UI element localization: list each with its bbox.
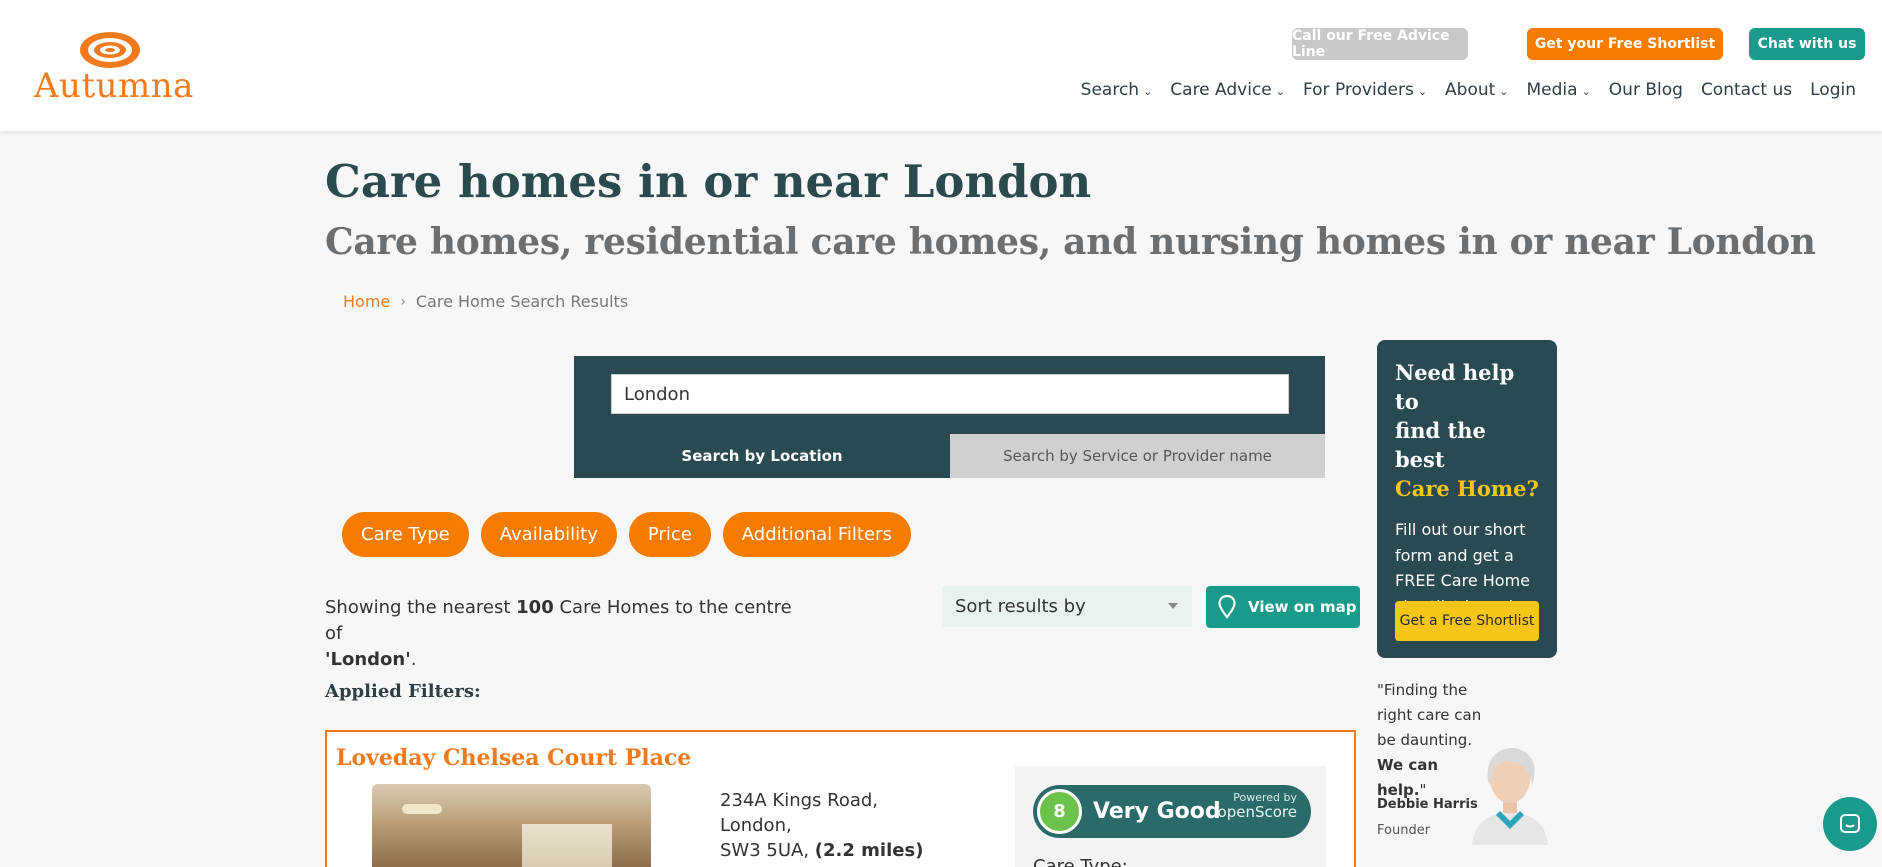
site-header: Autumna Call our Free Advice Line Get yo… bbox=[0, 0, 1882, 131]
chat-icon bbox=[1840, 814, 1860, 833]
filter-price-button[interactable]: Price bbox=[628, 512, 711, 557]
chevron-down-icon: ⌄ bbox=[1581, 84, 1591, 98]
chevron-down-icon: ⌄ bbox=[1417, 84, 1428, 98]
main-nav: Search ⌄ Care Advice ⌄ For Providers ⌄ Abou… bbox=[1063, 80, 1856, 100]
nav-contact-us[interactable]: Contact us bbox=[1701, 80, 1792, 100]
care-home-address: 234A Kings Road, London, SW3 5UA, (2.2 m… bbox=[720, 788, 923, 863]
leaf-swirl-icon bbox=[80, 32, 140, 68]
score-panel: 8 Very Good Powered by openScore Care Ty… bbox=[1015, 766, 1326, 867]
chevron-right-icon: › bbox=[400, 293, 406, 310]
page-subtitle: Care homes, residential care homes, and … bbox=[325, 221, 1816, 263]
promo-title: Need help to find the best Care Home? bbox=[1395, 358, 1539, 503]
care-home-photo[interactable] bbox=[372, 784, 651, 867]
free-advice-line-button[interactable]: Call our Free Advice Line bbox=[1292, 28, 1468, 60]
chevron-down-icon: ⌄ bbox=[1275, 84, 1285, 98]
nav-login[interactable]: Login bbox=[1810, 80, 1856, 100]
autumna-logo[interactable]: Autumna bbox=[34, 30, 194, 106]
nav-label: Contact us bbox=[1700, 80, 1793, 100]
filter-availability-button[interactable]: Availability bbox=[480, 512, 617, 557]
promo-title-highlight: Care Home? bbox=[1395, 476, 1539, 501]
get-free-shortlist-button[interactable]: Get your Free Shortlist bbox=[1527, 28, 1723, 60]
filter-bar: Care Type Availability Price Additional … bbox=[342, 512, 911, 557]
nav-about[interactable]: About ⌄ bbox=[1445, 80, 1508, 100]
address-line2: London, bbox=[720, 815, 792, 836]
nav-media[interactable]: Media ⌄ bbox=[1527, 80, 1591, 100]
location-search-input[interactable] bbox=[611, 374, 1289, 414]
filter-care-type-button[interactable]: Care Type bbox=[342, 512, 469, 557]
founder-avatar bbox=[1472, 748, 1548, 845]
summary-prefix: Showing the nearest bbox=[325, 597, 511, 618]
results-summary: Showing the nearest 100 Care Homes to th… bbox=[325, 595, 805, 673]
breadcrumb-current: Care Home Search Results bbox=[415, 292, 629, 311]
address-line3: SW3 5UA, bbox=[720, 840, 810, 861]
nav-care-advice[interactable]: Care Advice ⌄ bbox=[1170, 80, 1285, 100]
summary-location: 'London' bbox=[325, 649, 411, 670]
nav-search[interactable]: Search ⌄ bbox=[1081, 80, 1153, 100]
chevron-down-icon: ⌄ bbox=[1499, 84, 1509, 98]
map-button-label: View on map bbox=[1248, 598, 1357, 616]
breadcrumb-home-link[interactable]: Home bbox=[343, 292, 390, 311]
score-value: 8 bbox=[1037, 789, 1082, 834]
promo-title-line1: Need help to bbox=[1395, 360, 1515, 414]
nav-label: Our Blog bbox=[1608, 80, 1683, 100]
score-label: Very Good bbox=[1093, 799, 1221, 824]
chat-launcher-button[interactable] bbox=[1823, 797, 1877, 851]
care-home-name-link[interactable]: Loveday Chelsea Court Place bbox=[336, 745, 691, 771]
nav-label: Search bbox=[1080, 80, 1140, 100]
window bbox=[522, 824, 612, 867]
summary-suffix: . bbox=[410, 649, 417, 670]
view-on-map-button[interactable]: View on map bbox=[1206, 586, 1360, 628]
nav-label: Care Advice bbox=[1170, 80, 1272, 100]
address-line1: 234A Kings Road, bbox=[720, 790, 879, 811]
applied-filters-heading: Applied Filters: bbox=[325, 681, 481, 702]
founder-role: Founder bbox=[1377, 823, 1431, 838]
tab-search-by-location[interactable]: Search by Location bbox=[574, 434, 950, 478]
nav-our-blog[interactable]: Our Blog bbox=[1609, 80, 1683, 100]
nav-label: About bbox=[1445, 80, 1496, 100]
result-card[interactable]: Loveday Chelsea Court Place 234A Kings R… bbox=[325, 730, 1356, 867]
filter-additional-button[interactable]: Additional Filters bbox=[722, 512, 911, 557]
map-pin-icon bbox=[1218, 595, 1236, 619]
breadcrumb: Home › Care Home Search Results bbox=[343, 292, 628, 311]
openscore-badge[interactable]: 8 Very Good Powered by openScore bbox=[1033, 785, 1311, 838]
ceiling-light bbox=[402, 804, 442, 814]
get-free-shortlist-sidebar-button[interactable]: Get a Free Shortlist bbox=[1395, 601, 1539, 641]
page-title: Care homes in or near London bbox=[325, 155, 1092, 208]
nav-label: Media bbox=[1526, 80, 1578, 100]
distance: (2.2 miles) bbox=[814, 840, 924, 861]
openscore-logo: openScore bbox=[1217, 803, 1297, 821]
nav-label: Login bbox=[1810, 80, 1856, 100]
shortlist-promo-card: Need help to find the best Care Home? Fi… bbox=[1377, 340, 1557, 658]
powered-by: Powered by openScore bbox=[1218, 791, 1297, 821]
promo-title-line2: find the best bbox=[1395, 418, 1486, 472]
caret-down-icon bbox=[1168, 603, 1178, 609]
quote-bold: We can help. bbox=[1377, 756, 1439, 799]
chevron-down-icon: ⌄ bbox=[1143, 84, 1153, 98]
chat-with-us-button[interactable]: Chat with us bbox=[1749, 28, 1865, 60]
results-count: 100 bbox=[516, 597, 554, 618]
care-type-label: Care Type: bbox=[1033, 856, 1128, 867]
search-panel: Search by Location Search by Service or … bbox=[574, 356, 1325, 478]
nav-for-providers[interactable]: For Providers ⌄ bbox=[1303, 80, 1427, 100]
logo-text: Autumna bbox=[34, 66, 194, 106]
sort-results-select[interactable]: Sort results by bbox=[942, 586, 1192, 627]
nav-label: For Providers bbox=[1302, 80, 1414, 100]
tab-search-by-service[interactable]: Search by Service or Provider name bbox=[950, 434, 1325, 478]
sort-label: Sort results by bbox=[955, 596, 1086, 617]
